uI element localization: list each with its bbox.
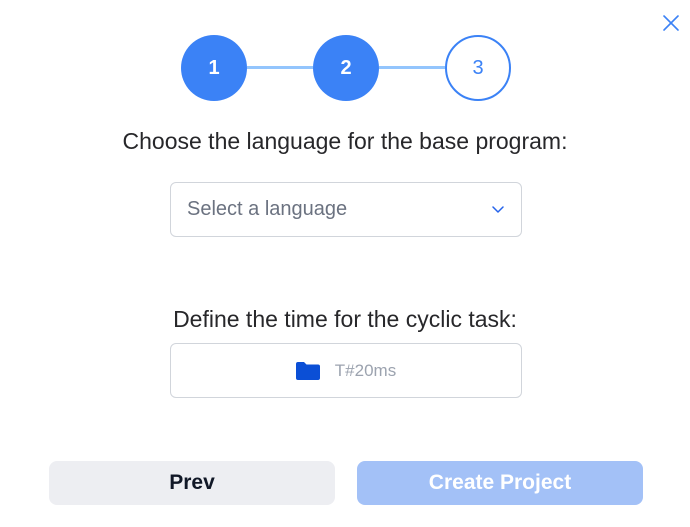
close-button[interactable] — [660, 12, 682, 34]
cycle-time-input[interactable]: T#20ms — [170, 343, 522, 398]
cycle-time-value: T#20ms — [334, 360, 397, 380]
language-section-title: Choose the language for the base program… — [122, 128, 568, 154]
step-3: 3 — [445, 35, 511, 101]
step-2: 2 — [313, 35, 379, 101]
folder-icon — [295, 361, 320, 380]
cycle-time-section-title: Define the time for the cyclic task: — [173, 306, 517, 332]
step-1: 1 — [181, 35, 247, 101]
chevron-down-icon — [491, 203, 505, 217]
create-project-button[interactable]: Create Project — [357, 461, 643, 505]
step-connector — [247, 66, 313, 69]
wizard-stepper: 1 2 3 — [181, 35, 511, 101]
prev-button[interactable]: Prev — [49, 461, 335, 505]
language-select[interactable]: Select a language — [170, 182, 522, 237]
step-connector — [379, 66, 445, 69]
close-icon — [663, 15, 679, 31]
language-select-placeholder: Select a language — [187, 198, 348, 220]
create-project-dialog: 1 2 3 Choose the language for the base p… — [0, 0, 690, 527]
